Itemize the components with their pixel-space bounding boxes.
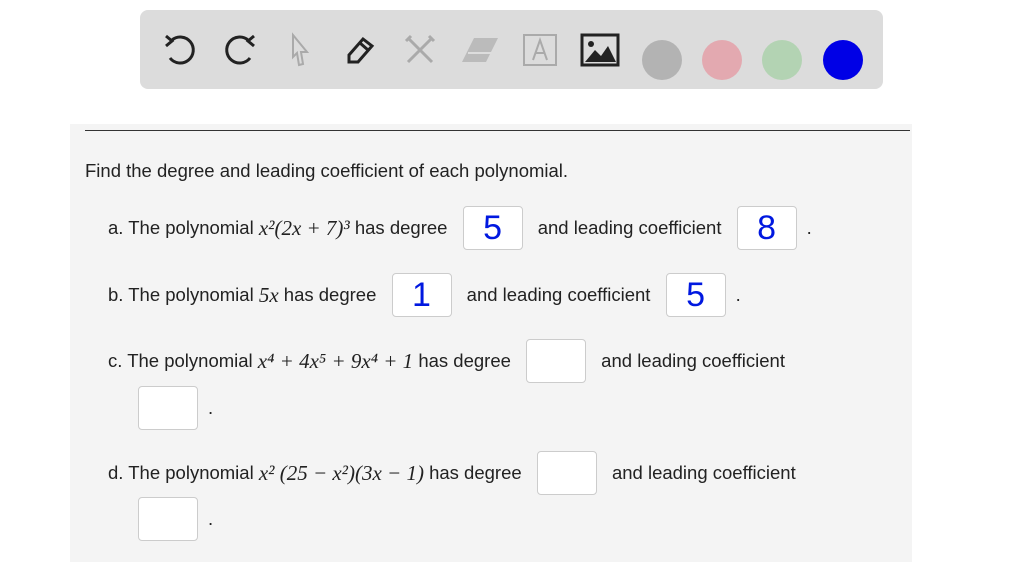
label: a. The polynomial xyxy=(108,217,259,238)
degree-answer[interactable] xyxy=(526,339,587,383)
label: d. The polynomial xyxy=(108,462,259,483)
label: has degree xyxy=(349,217,453,238)
degree-answer[interactable] xyxy=(536,451,597,495)
part-c: c. The polynomial x⁴ + 4x⁵ + 9x⁴ + 1 has… xyxy=(108,339,785,383)
period: . xyxy=(208,397,214,418)
coefficient-answer[interactable] xyxy=(138,497,198,541)
expression: x²(2x + 7)³ xyxy=(258,215,350,240)
part-b: b. The polynomial 5x has degree 1 and le… xyxy=(108,273,741,317)
label: has degree xyxy=(413,350,517,371)
coefficient-answer[interactable]: 5 xyxy=(665,273,726,317)
color-pink[interactable] xyxy=(702,40,742,80)
label: and leading coefficient xyxy=(606,462,796,483)
label: and leading coefficient xyxy=(532,217,727,238)
label: b. The polynomial xyxy=(108,284,259,305)
expression: x⁴ + 4x⁵ + 9x⁴ + 1 xyxy=(257,348,414,373)
question-prompt: Find the degree and leading coefficient … xyxy=(85,160,569,181)
color-green[interactable] xyxy=(762,40,802,80)
label: and leading coefficient xyxy=(461,284,656,305)
tools-icon[interactable] xyxy=(400,30,440,70)
coefficient-answer[interactable]: 8 xyxy=(736,206,797,250)
color-gray[interactable] xyxy=(642,40,682,80)
pointer-icon[interactable] xyxy=(280,30,320,70)
label: has degree xyxy=(423,462,527,483)
coefficient-answer[interactable] xyxy=(138,386,198,430)
image-icon[interactable] xyxy=(580,30,620,70)
part-a: a. The polynomial x²(2x + 7)³ has degree… xyxy=(108,206,812,250)
period: . xyxy=(806,217,812,238)
divider xyxy=(85,130,910,131)
degree-answer[interactable]: 5 xyxy=(462,206,523,250)
drawing-toolbar xyxy=(140,10,883,89)
period: . xyxy=(735,284,741,305)
redo-icon[interactable] xyxy=(220,30,260,70)
expression: 5x xyxy=(258,282,279,307)
pencil-icon[interactable] xyxy=(340,30,380,70)
label: and leading coefficient xyxy=(596,350,785,371)
label: c. The polynomial xyxy=(108,350,258,371)
degree-answer[interactable]: 1 xyxy=(391,273,452,317)
part-d-coef: . xyxy=(128,497,213,541)
color-blue[interactable] xyxy=(823,40,863,80)
eraser-icon[interactable] xyxy=(460,30,500,70)
part-c-coef: . xyxy=(128,386,213,430)
text-icon[interactable] xyxy=(520,30,560,70)
expression: x² (25 − x²)(3x − 1) xyxy=(258,460,424,485)
label: has degree xyxy=(278,284,382,305)
undo-icon[interactable] xyxy=(160,30,200,70)
period: . xyxy=(208,508,214,529)
part-d: d. The polynomial x² (25 − x²)(3x − 1) h… xyxy=(108,451,796,495)
